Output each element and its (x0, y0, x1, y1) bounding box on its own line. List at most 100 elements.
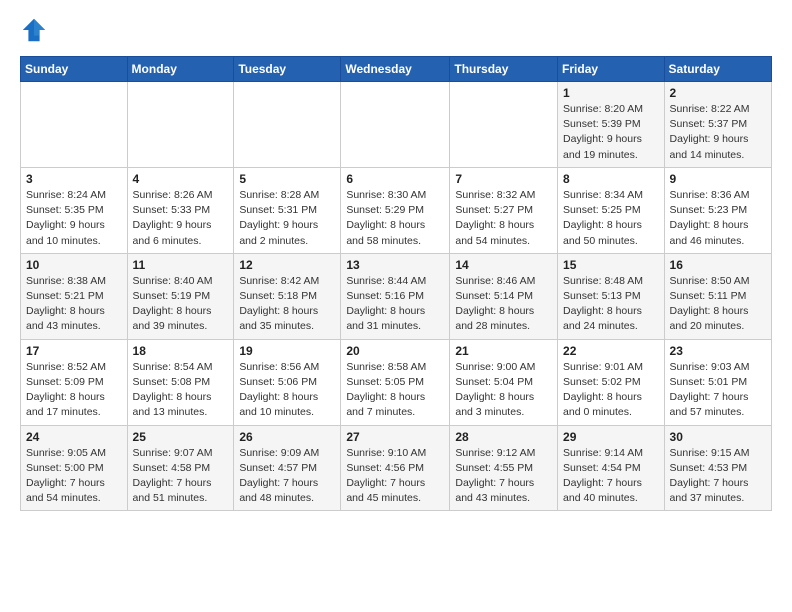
day-number: 16 (670, 258, 766, 272)
day-number: 6 (346, 172, 444, 186)
logo-icon (20, 16, 48, 44)
day-number: 22 (563, 344, 659, 358)
calendar-table: Sunday Monday Tuesday Wednesday Thursday… (20, 56, 772, 511)
table-row: 26 Sunrise: 9:09 AM Sunset: 4:57 PM Dayli… (234, 425, 341, 511)
calendar-week-row: 17 Sunrise: 8:52 AM Sunset: 5:09 PM Dayli… (21, 339, 772, 425)
table-row: 15 Sunrise: 8:48 AM Sunset: 5:13 PM Dayli… (558, 253, 665, 339)
table-row: 24 Sunrise: 9:05 AM Sunset: 5:00 PM Dayli… (21, 425, 128, 511)
day-number: 14 (455, 258, 552, 272)
day-number: 19 (239, 344, 335, 358)
day-number: 9 (670, 172, 766, 186)
day-number: 20 (346, 344, 444, 358)
calendar-week-row: 10Sunrise: 8:38 AM Sunset: 5:21 PM Dayli… (21, 253, 772, 339)
day-number: 30 (670, 430, 766, 444)
table-row: 6 Sunrise: 8:30 AM Sunset: 5:29 PM Daylig… (341, 167, 450, 253)
table-row: 2 Sunrise: 8:22 AM Sunset: 5:37 PM Daylig… (664, 82, 771, 168)
day-number: 3 (26, 172, 122, 186)
day-info: Sunrise: 9:05 AM Sunset: 5:00 PM Dayligh… (26, 446, 122, 507)
header (20, 16, 772, 44)
table-row: 19 Sunrise: 8:56 AM Sunset: 5:06 PM Dayli… (234, 339, 341, 425)
day-info: Sunrise: 9:01 AM Sunset: 5:02 PM Dayligh… (563, 360, 659, 421)
table-row: 22 Sunrise: 9:01 AM Sunset: 5:02 PM Dayli… (558, 339, 665, 425)
table-row: 10Sunrise: 8:38 AM Sunset: 5:21 PM Dayli… (21, 253, 128, 339)
table-row: 18Sunrise: 8:54 AM Sunset: 5:08 PM Dayli… (127, 339, 234, 425)
day-info: Sunrise: 9:14 AM Sunset: 4:54 PM Dayligh… (563, 446, 659, 507)
day-info: Sunrise: 8:20 AM Sunset: 5:39 PM Dayligh… (563, 102, 659, 163)
table-row: 12 Sunrise: 8:42 AM Sunset: 5:18 PM Dayli… (234, 253, 341, 339)
calendar-week-row: 24 Sunrise: 9:05 AM Sunset: 5:00 PM Dayli… (21, 425, 772, 511)
day-number: 10 (26, 258, 122, 272)
day-number: 23 (670, 344, 766, 358)
table-row: 20 Sunrise: 8:58 AM Sunset: 5:05 PM Dayli… (341, 339, 450, 425)
calendar-week-row: 1 Sunrise: 8:20 AM Sunset: 5:39 PM Daylig… (21, 82, 772, 168)
day-number: 11 (133, 258, 229, 272)
day-number: 15 (563, 258, 659, 272)
day-number: 25 (133, 430, 229, 444)
day-info: Sunrise: 9:10 AM Sunset: 4:56 PM Dayligh… (346, 446, 444, 507)
page: Sunday Monday Tuesday Wednesday Thursday… (0, 0, 792, 612)
table-row: 28Sunrise: 9:12 AM Sunset: 4:55 PM Dayli… (450, 425, 558, 511)
day-info: Sunrise: 8:28 AM Sunset: 5:31 PM Dayligh… (239, 188, 335, 249)
day-info: Sunrise: 8:40 AM Sunset: 5:19 PM Dayligh… (133, 274, 229, 335)
table-row: 16 Sunrise: 8:50 AM Sunset: 5:11 PM Dayli… (664, 253, 771, 339)
day-number: 12 (239, 258, 335, 272)
header-friday: Friday (558, 57, 665, 82)
day-number: 26 (239, 430, 335, 444)
header-wednesday: Wednesday (341, 57, 450, 82)
day-info: Sunrise: 9:09 AM Sunset: 4:57 PM Dayligh… (239, 446, 335, 507)
table-row: 3Sunrise: 8:24 AM Sunset: 5:35 PM Daylig… (21, 167, 128, 253)
day-number: 8 (563, 172, 659, 186)
day-number: 27 (346, 430, 444, 444)
table-row: 1 Sunrise: 8:20 AM Sunset: 5:39 PM Daylig… (558, 82, 665, 168)
table-row (21, 82, 128, 168)
table-row: 17 Sunrise: 8:52 AM Sunset: 5:09 PM Dayli… (21, 339, 128, 425)
table-row: 29Sunrise: 9:14 AM Sunset: 4:54 PM Dayli… (558, 425, 665, 511)
day-info: Sunrise: 8:50 AM Sunset: 5:11 PM Dayligh… (670, 274, 766, 335)
table-row: 30 Sunrise: 9:15 AM Sunset: 4:53 PM Dayli… (664, 425, 771, 511)
day-info: Sunrise: 8:56 AM Sunset: 5:06 PM Dayligh… (239, 360, 335, 421)
day-info: Sunrise: 8:36 AM Sunset: 5:23 PM Dayligh… (670, 188, 766, 249)
day-info: Sunrise: 8:52 AM Sunset: 5:09 PM Dayligh… (26, 360, 122, 421)
header-monday: Monday (127, 57, 234, 82)
table-row: 27 Sunrise: 9:10 AM Sunset: 4:56 PM Dayli… (341, 425, 450, 511)
day-info: Sunrise: 8:48 AM Sunset: 5:13 PM Dayligh… (563, 274, 659, 335)
calendar-week-row: 3Sunrise: 8:24 AM Sunset: 5:35 PM Daylig… (21, 167, 772, 253)
table-row: 25 Sunrise: 9:07 AM Sunset: 4:58 PM Dayli… (127, 425, 234, 511)
day-info: Sunrise: 9:07 AM Sunset: 4:58 PM Dayligh… (133, 446, 229, 507)
table-row: 11 Sunrise: 8:40 AM Sunset: 5:19 PM Dayli… (127, 253, 234, 339)
header-tuesday: Tuesday (234, 57, 341, 82)
table-row: 5Sunrise: 8:28 AM Sunset: 5:31 PM Daylig… (234, 167, 341, 253)
table-row (127, 82, 234, 168)
day-info: Sunrise: 8:54 AM Sunset: 5:08 PM Dayligh… (133, 360, 229, 421)
day-number: 2 (670, 86, 766, 100)
header-sunday: Sunday (21, 57, 128, 82)
logo (20, 16, 52, 44)
day-info: Sunrise: 9:03 AM Sunset: 5:01 PM Dayligh… (670, 360, 766, 421)
table-row: 14 Sunrise: 8:46 AM Sunset: 5:14 PM Dayli… (450, 253, 558, 339)
day-info: Sunrise: 8:30 AM Sunset: 5:29 PM Dayligh… (346, 188, 444, 249)
table-row: 9 Sunrise: 8:36 AM Sunset: 5:23 PM Daylig… (664, 167, 771, 253)
day-number: 24 (26, 430, 122, 444)
day-number: 17 (26, 344, 122, 358)
table-row (450, 82, 558, 168)
day-info: Sunrise: 8:44 AM Sunset: 5:16 PM Dayligh… (346, 274, 444, 335)
table-row: 7Sunrise: 8:32 AM Sunset: 5:27 PM Daylig… (450, 167, 558, 253)
header-thursday: Thursday (450, 57, 558, 82)
table-row (234, 82, 341, 168)
table-row: 23 Sunrise: 9:03 AM Sunset: 5:01 PM Dayli… (664, 339, 771, 425)
day-info: Sunrise: 9:00 AM Sunset: 5:04 PM Dayligh… (455, 360, 552, 421)
table-row: 4 Sunrise: 8:26 AM Sunset: 5:33 PM Daylig… (127, 167, 234, 253)
day-number: 7 (455, 172, 552, 186)
day-number: 1 (563, 86, 659, 100)
day-number: 4 (133, 172, 229, 186)
table-row: 21Sunrise: 9:00 AM Sunset: 5:04 PM Dayli… (450, 339, 558, 425)
weekday-header-row: Sunday Monday Tuesday Wednesday Thursday… (21, 57, 772, 82)
day-info: Sunrise: 9:15 AM Sunset: 4:53 PM Dayligh… (670, 446, 766, 507)
table-row: 13Sunrise: 8:44 AM Sunset: 5:16 PM Dayli… (341, 253, 450, 339)
day-info: Sunrise: 8:26 AM Sunset: 5:33 PM Dayligh… (133, 188, 229, 249)
day-info: Sunrise: 8:42 AM Sunset: 5:18 PM Dayligh… (239, 274, 335, 335)
day-info: Sunrise: 9:12 AM Sunset: 4:55 PM Dayligh… (455, 446, 552, 507)
day-info: Sunrise: 8:46 AM Sunset: 5:14 PM Dayligh… (455, 274, 552, 335)
day-info: Sunrise: 8:22 AM Sunset: 5:37 PM Dayligh… (670, 102, 766, 163)
day-info: Sunrise: 8:58 AM Sunset: 5:05 PM Dayligh… (346, 360, 444, 421)
